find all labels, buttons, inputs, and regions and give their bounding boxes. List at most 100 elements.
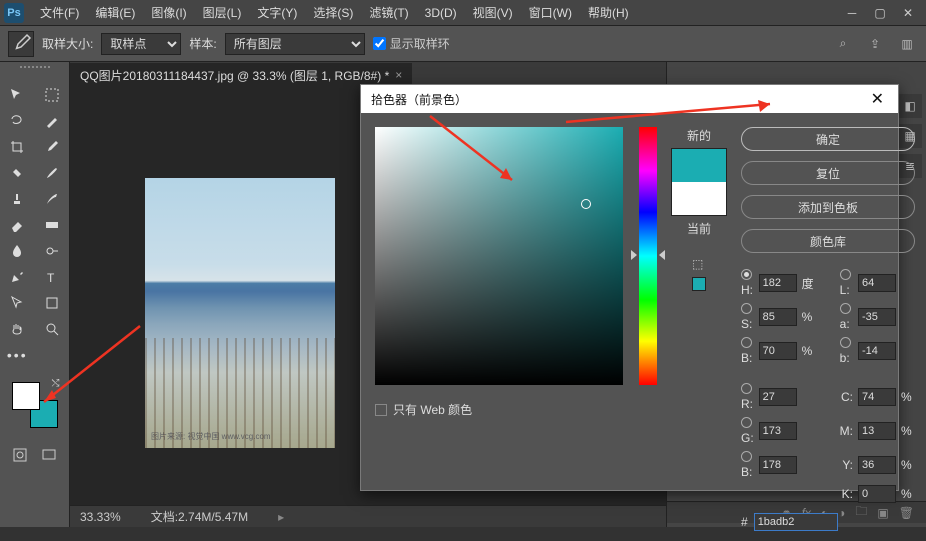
show-ring-checkbox[interactable]: 显示取样环 bbox=[373, 35, 450, 52]
bri-radio[interactable] bbox=[741, 337, 752, 348]
gradient-tool[interactable] bbox=[37, 213, 67, 237]
options-bar: 取样大小: 取样点 样本: 所有图层 显示取样环 ⌕ ⇪ ▥ bbox=[0, 26, 926, 62]
menu-filter[interactable]: 滤镜(T) bbox=[361, 0, 416, 25]
workspace-icon[interactable]: ▥ bbox=[896, 33, 918, 55]
bri-input[interactable] bbox=[759, 342, 797, 360]
screenmode-button[interactable] bbox=[35, 443, 64, 467]
menu-file[interactable]: 文件(F) bbox=[32, 0, 87, 25]
sat-input[interactable] bbox=[759, 308, 797, 326]
crop-tool[interactable] bbox=[2, 135, 32, 159]
eraser-tool[interactable] bbox=[2, 213, 32, 237]
lab-b-radio[interactable] bbox=[840, 337, 851, 348]
web-colors-checkbox[interactable]: 只有 Web 颜色 bbox=[375, 401, 623, 418]
red-radio[interactable] bbox=[741, 383, 752, 394]
pct-unit-3: % bbox=[901, 390, 915, 404]
close-icon[interactable]: × bbox=[395, 68, 402, 82]
gamut-swatch[interactable] bbox=[692, 277, 706, 291]
doc-size-info[interactable]: 文档:2.74M/5.47M bbox=[151, 508, 248, 525]
window-minimize-button[interactable]: ─ bbox=[838, 3, 866, 23]
menu-view[interactable]: 视图(V) bbox=[465, 0, 521, 25]
foreground-color-swatch[interactable] bbox=[12, 382, 40, 410]
heal-tool[interactable] bbox=[2, 161, 32, 185]
hue-radio[interactable] bbox=[741, 269, 752, 280]
blue-input[interactable] bbox=[759, 456, 797, 474]
green-radio[interactable] bbox=[741, 417, 752, 428]
blur-tool[interactable] bbox=[2, 239, 32, 263]
blue-radio[interactable] bbox=[741, 451, 752, 462]
marquee-tool[interactable] bbox=[37, 83, 67, 107]
search-icon[interactable]: ⌕ bbox=[832, 33, 854, 55]
dialog-close-button[interactable]: ✕ bbox=[867, 89, 888, 109]
panel-grip-icon[interactable] bbox=[20, 66, 50, 70]
green-input[interactable] bbox=[759, 422, 797, 440]
window-close-button[interactable]: ✕ bbox=[894, 3, 922, 23]
wand-tool[interactable] bbox=[37, 109, 67, 133]
color-swatches[interactable]: ⤭ bbox=[12, 382, 58, 428]
hue-slider[interactable] bbox=[637, 127, 657, 385]
tool-preset-button[interactable] bbox=[8, 31, 34, 57]
menu-layer[interactable]: 图层(L) bbox=[195, 0, 250, 25]
menu-image[interactable]: 图像(I) bbox=[143, 0, 194, 25]
reset-button[interactable]: 复位 bbox=[741, 161, 915, 185]
zoom-level[interactable]: 33.33% bbox=[80, 510, 121, 524]
lightness-input[interactable] bbox=[858, 274, 896, 292]
history-brush-tool[interactable] bbox=[37, 187, 67, 211]
edit-toolbar-button[interactable]: ••• bbox=[2, 343, 32, 367]
color-library-button[interactable]: 颜色库 bbox=[741, 229, 915, 253]
dialog-titlebar[interactable]: 拾色器（前景色） ✕ bbox=[361, 85, 898, 113]
menu-3d[interactable]: 3D(D) bbox=[417, 2, 465, 24]
current-color-swatch[interactable] bbox=[672, 182, 726, 215]
move-tool[interactable] bbox=[2, 83, 32, 107]
hand-tool[interactable] bbox=[2, 317, 32, 341]
bri-label: B: bbox=[741, 351, 752, 365]
panel-color-button[interactable]: ◧ bbox=[898, 94, 922, 118]
sat-radio[interactable] bbox=[741, 303, 752, 314]
red-input[interactable] bbox=[759, 388, 797, 406]
show-ring-input[interactable] bbox=[373, 37, 386, 50]
menu-edit[interactable]: 编辑(E) bbox=[87, 0, 143, 25]
sample-layer-select[interactable]: 所有图层 bbox=[225, 33, 365, 55]
dodge-tool[interactable] bbox=[37, 239, 67, 263]
lab-a-input[interactable] bbox=[858, 308, 896, 326]
text-tool[interactable]: T bbox=[37, 265, 67, 289]
svg-text:T: T bbox=[47, 271, 55, 285]
lab-a-radio[interactable] bbox=[840, 303, 851, 314]
sample-size-select[interactable]: 取样点 bbox=[101, 33, 181, 55]
current-color-label: 当前 bbox=[687, 220, 711, 237]
gamut-warning-icon[interactable]: ⬚ bbox=[692, 257, 706, 271]
zoom-tool[interactable] bbox=[37, 317, 67, 341]
saturation-value-field[interactable] bbox=[375, 127, 623, 385]
brush-tool[interactable] bbox=[37, 161, 67, 185]
lightness-radio[interactable] bbox=[840, 269, 851, 280]
share-icon[interactable]: ⇪ bbox=[864, 33, 886, 55]
status-caret-icon[interactable]: ▸ bbox=[278, 510, 284, 524]
lab-b-input[interactable] bbox=[858, 342, 896, 360]
menu-window[interactable]: 窗口(W) bbox=[521, 0, 580, 25]
cyan-input[interactable] bbox=[858, 388, 896, 406]
cyan-label: C: bbox=[840, 390, 853, 404]
swap-colors-icon[interactable]: ⤭ bbox=[52, 378, 60, 389]
eyedropper-tool[interactable] bbox=[37, 135, 67, 159]
magenta-input[interactable] bbox=[858, 422, 896, 440]
black-input[interactable] bbox=[858, 485, 896, 503]
menu-text[interactable]: 文字(Y) bbox=[249, 0, 305, 25]
yellow-input[interactable] bbox=[858, 456, 896, 474]
hex-input[interactable] bbox=[754, 513, 838, 531]
add-swatch-button[interactable]: 添加到色板 bbox=[741, 195, 915, 219]
color-picker-dialog: 拾色器（前景色） ✕ 只有 Web 颜色 新的 当前 bbox=[360, 84, 899, 491]
window-maximize-button[interactable]: ▢ bbox=[866, 3, 894, 23]
shape-tool[interactable] bbox=[37, 291, 67, 315]
pct-unit-6: % bbox=[901, 487, 915, 501]
hue-input[interactable] bbox=[759, 274, 797, 292]
menu-select[interactable]: 选择(S) bbox=[305, 0, 361, 25]
stamp-tool[interactable] bbox=[2, 187, 32, 211]
menu-help[interactable]: 帮助(H) bbox=[580, 0, 637, 25]
path-select-tool[interactable] bbox=[2, 291, 32, 315]
dialog-title-text: 拾色器（前景色） bbox=[371, 91, 467, 108]
menu-bar: Ps 文件(F) 编辑(E) 图像(I) 图层(L) 文字(Y) 选择(S) 滤… bbox=[0, 0, 926, 26]
quickmask-button[interactable] bbox=[6, 443, 35, 467]
ok-button[interactable]: 确定 bbox=[741, 127, 915, 151]
lasso-tool[interactable] bbox=[2, 109, 32, 133]
sample-size-label: 取样大小: bbox=[42, 35, 93, 52]
pen-tool[interactable] bbox=[2, 265, 32, 289]
